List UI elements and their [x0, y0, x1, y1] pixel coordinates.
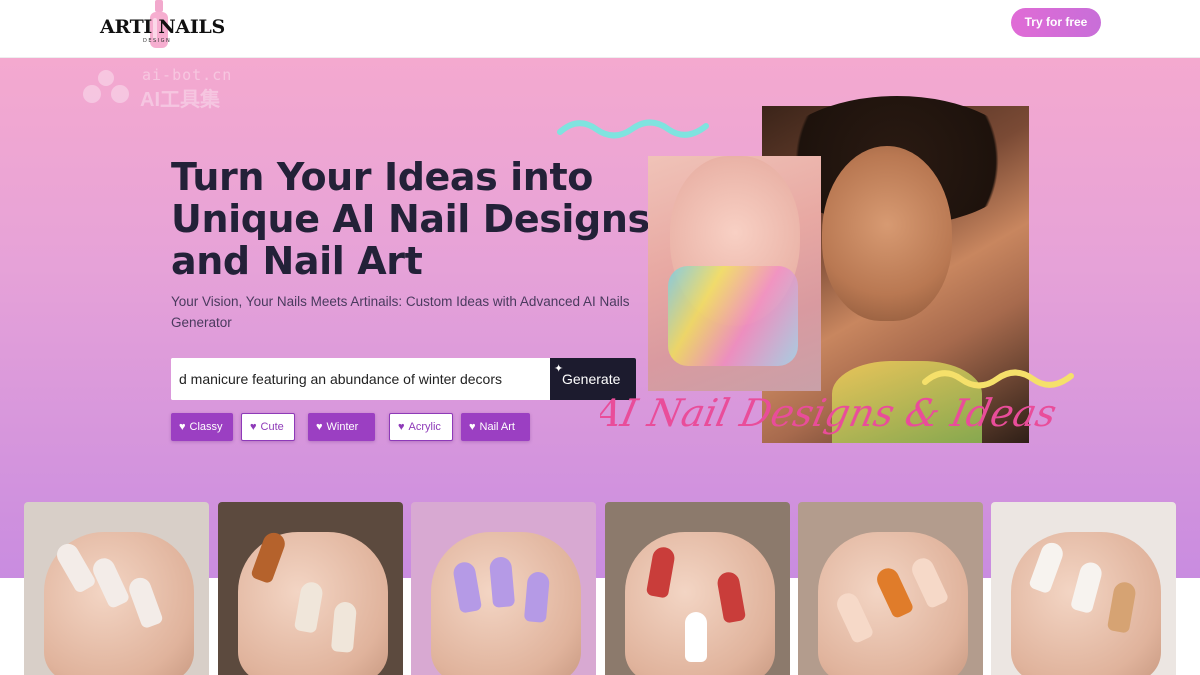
gallery-card[interactable] [605, 502, 790, 675]
nail-gallery [0, 500, 1200, 675]
heart-icon: ♥ [250, 421, 257, 433]
photo-nails [668, 266, 798, 366]
prompt-search-box: ✦ Generate [171, 358, 636, 400]
script-title-overlay: AI Nail Designs & Ideas [600, 391, 1060, 436]
logo-subtext: DESIGN [143, 38, 172, 44]
tag-nail-art[interactable]: ♥ Nail Art [461, 413, 530, 441]
heart-icon: ♥ [316, 421, 323, 433]
generate-label: Generate [562, 371, 621, 387]
tag-winter[interactable]: ♥ Winter [308, 413, 375, 441]
tag-acrylic[interactable]: ♥ Acrylic [389, 413, 453, 441]
prompt-input[interactable] [171, 358, 550, 400]
gallery-nail [685, 612, 707, 662]
teal-wave-decoration [557, 119, 709, 139]
watermark-name: AI工具集 [140, 89, 220, 111]
watermark: ai-bot.cn AI工具集 [80, 66, 250, 111]
script-title-text: AI Nail Designs & Ideas [600, 391, 1060, 436]
gallery-card[interactable] [24, 502, 209, 675]
logo-text: ARTI NAILS [100, 16, 225, 38]
gallery-card[interactable] [798, 502, 983, 675]
gallery-card[interactable] [411, 502, 596, 675]
gallery-card[interactable] [218, 502, 403, 675]
hero-title: Turn Your Ideas into Unique AI Nail Desi… [171, 155, 650, 283]
watermark-domain: ai-bot.cn [142, 66, 233, 84]
tag-label: Winter [326, 421, 359, 433]
photo-face [822, 146, 952, 321]
gallery-nail [488, 556, 516, 608]
hero-subtitle: Your Vision, Your Nails Meets Artinails:… [171, 294, 630, 330]
heart-icon: ♥ [398, 421, 405, 433]
gallery-nail [523, 571, 551, 623]
gallery-nail [330, 601, 358, 653]
heart-icon: ♥ [179, 421, 186, 433]
try-for-free-button[interactable]: Try for free [1011, 8, 1101, 37]
watermark-logo-icon [83, 70, 129, 103]
heart-icon: ♥ [469, 421, 476, 433]
site-logo[interactable]: ARTI NAILS DESIGN [100, 0, 230, 52]
tag-label: Nail Art [479, 421, 515, 433]
tag-label: Cute [260, 421, 284, 433]
tag-label: Acrylic [408, 421, 441, 433]
site-header: ARTI NAILS DESIGN Try for free [0, 0, 1200, 58]
hero-photo-model-left [648, 156, 821, 391]
tag-classy[interactable]: ♥ Classy [171, 413, 233, 441]
tag-label: Classy [189, 421, 223, 433]
tag-cute[interactable]: ♥ Cute [241, 413, 295, 441]
gallery-card[interactable] [991, 502, 1176, 675]
